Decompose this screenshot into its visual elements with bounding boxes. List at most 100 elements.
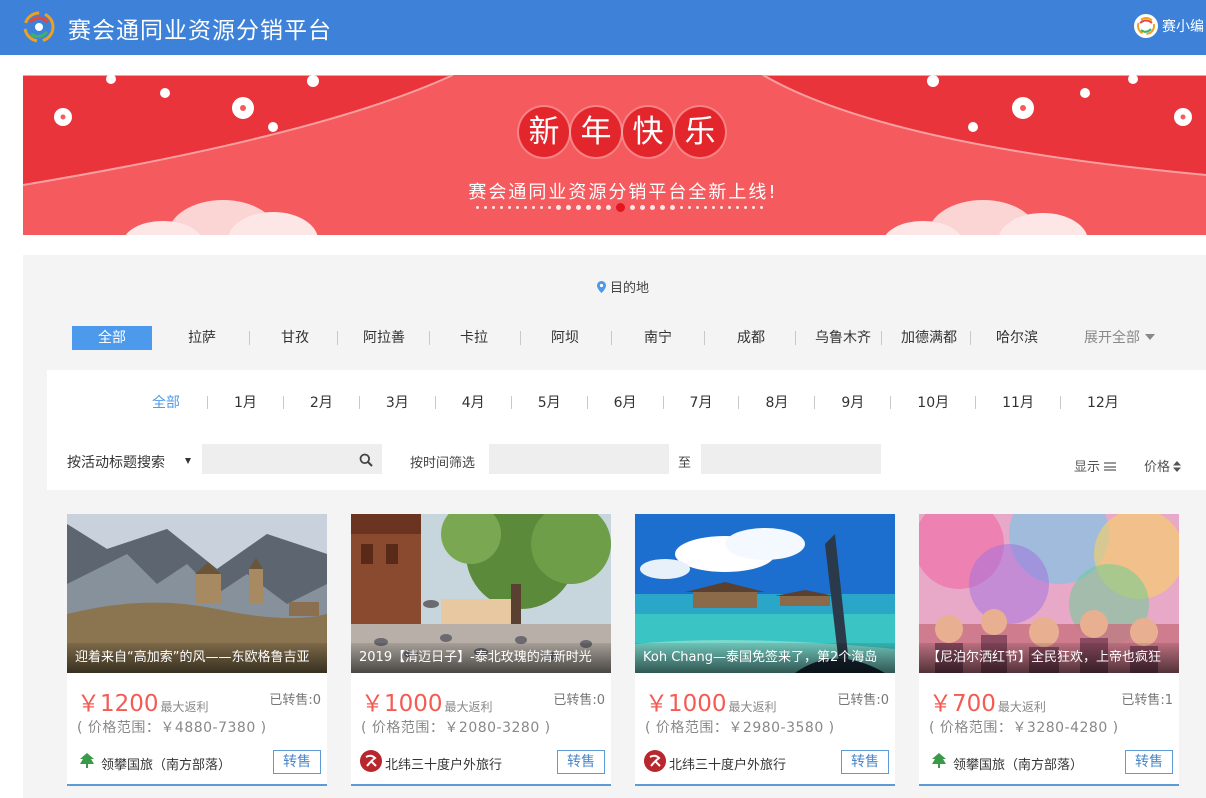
avatar[interactable] — [1134, 14, 1158, 38]
search-mode-select[interactable]: 按活动标题搜索 — [67, 452, 165, 472]
product-image[interactable]: 【尼泊尔洒红节】全民狂欢，上帝也疯狂 — [919, 514, 1179, 673]
product-card[interactable]: 【尼泊尔洒红节】全民狂欢，上帝也疯狂 ￥700 最大返利 已转售:1 ( 价格范围… — [919, 514, 1179, 786]
carousel-dot[interactable] — [752, 206, 755, 209]
city-filter-ganzi[interactable]: 甘孜 — [280, 326, 310, 350]
expand-all-button[interactable]: 展开全部 — [1084, 326, 1155, 350]
divider — [586, 395, 588, 409]
month-filter-8[interactable]: 8月 — [765, 392, 788, 412]
carousel-dot[interactable] — [516, 206, 519, 209]
city-filter-kathmandu[interactable]: 加德满都 — [900, 326, 958, 350]
carousel-dot[interactable] — [736, 206, 739, 209]
carousel-dot[interactable] — [532, 206, 535, 209]
carousel-dot[interactable] — [640, 205, 645, 210]
city-filter-alxa[interactable]: 阿拉善 — [363, 326, 405, 350]
agency-name[interactable]: 领攀国旅（南方部落） — [101, 754, 231, 773]
agency-name[interactable]: 北纬三十度户外旅行 — [669, 754, 786, 773]
carousel-dot[interactable] — [688, 206, 691, 209]
carousel-dot[interactable] — [586, 205, 591, 210]
city-filter-kala[interactable]: 卡拉 — [459, 326, 489, 350]
price-value: ￥700 — [929, 691, 996, 717]
product-image[interactable]: Koh Chang—泰国免签来了，第2个海岛 — [635, 514, 895, 673]
product-title[interactable]: Koh Chang—泰国免签来了，第2个海岛 — [635, 643, 895, 673]
price-sort-label: 价格 — [1144, 460, 1171, 475]
resell-button[interactable]: 转售 — [841, 750, 889, 774]
carousel-dot[interactable] — [500, 206, 503, 209]
carousel-dot[interactable] — [680, 206, 683, 209]
carousel-dot[interactable] — [630, 205, 635, 210]
search-icon[interactable] — [359, 453, 373, 467]
carousel-dot[interactable] — [744, 206, 747, 209]
carousel-dot[interactable] — [576, 205, 581, 210]
city-filter-all[interactable]: 全部 — [72, 326, 152, 350]
city-filter-lhasa[interactable]: 拉萨 — [187, 326, 217, 350]
city-filter-urumqi[interactable]: 乌鲁木齐 — [814, 326, 872, 350]
month-filter-4[interactable]: 4月 — [462, 392, 485, 412]
product-card[interactable]: 迎着来自“高加索”的风——东欧格鲁吉亚 ￥1200 最大返利 已转售:0 ( 价格… — [67, 514, 327, 786]
product-card[interactable]: 2019【清迈日子】-泰北玫瑰的清新时光 ￥1000 最大返利 已转售:0 ( 价… — [351, 514, 611, 786]
city-filter-chengdu[interactable]: 成都 — [736, 326, 766, 350]
resell-button[interactable]: 转售 — [273, 750, 321, 774]
banner-title-char: 快 — [623, 107, 673, 157]
month-filter-2[interactable]: 2月 — [310, 392, 333, 412]
city-filter-aba[interactable]: 阿坝 — [550, 326, 580, 350]
month-filter-9[interactable]: 9月 — [841, 392, 864, 412]
carousel-dot-active[interactable] — [616, 203, 625, 212]
product-title[interactable]: 【尼泊尔洒红节】全民狂欢，上帝也疯狂 — [919, 643, 1179, 673]
product-image[interactable]: 迎着来自“高加索”的风——东欧格鲁吉亚 — [67, 514, 327, 673]
product-title[interactable]: 迎着来自“高加索”的风——东欧格鲁吉亚 — [67, 643, 327, 673]
carousel-dot[interactable] — [712, 206, 715, 209]
carousel-dot[interactable] — [696, 206, 699, 209]
month-filter-12[interactable]: 12月 — [1087, 392, 1119, 412]
user-menu[interactable]: 赛小编 — [1134, 12, 1206, 40]
month-filter-6[interactable]: 6月 — [614, 392, 637, 412]
user-name[interactable]: 赛小编 — [1162, 16, 1206, 36]
product-card[interactable]: Koh Chang—泰国免签来了，第2个海岛 ￥1000 最大返利 已转售:0 (… — [635, 514, 895, 786]
month-filter-1[interactable]: 1月 — [234, 392, 257, 412]
carousel-dot[interactable] — [548, 206, 551, 209]
carousel-dot[interactable] — [596, 205, 601, 210]
platform-logo-icon[interactable] — [22, 10, 56, 44]
price-sort-toggle[interactable]: 价格 — [1144, 456, 1182, 475]
carousel-dot[interactable] — [492, 206, 495, 209]
start-date-input[interactable] — [489, 444, 669, 474]
carousel-dot[interactable] — [728, 206, 731, 209]
sold-count: 已转售:0 — [553, 693, 605, 708]
resell-button[interactable]: 转售 — [557, 750, 605, 774]
carousel-dot[interactable] — [660, 205, 665, 210]
carousel-dot[interactable] — [540, 206, 543, 209]
carousel-dot[interactable] — [566, 205, 571, 210]
agency-name[interactable]: 北纬三十度户外旅行 — [385, 754, 502, 773]
display-mode-toggle[interactable]: 显示 — [1074, 456, 1117, 475]
carousel-dot[interactable] — [606, 205, 611, 210]
month-filter-11[interactable]: 11月 — [1002, 392, 1034, 412]
sold-count: 已转售:0 — [269, 693, 321, 708]
promo-banner[interactable]: 新 年 快 乐 赛会通同业资源分销平台全新上线! — [23, 75, 1206, 235]
carousel-dot[interactable] — [484, 206, 487, 209]
caret-down-icon[interactable] — [185, 458, 191, 464]
month-filter-all[interactable]: 全部 — [151, 392, 181, 412]
product-price: ￥700 最大返利 — [929, 684, 1046, 718]
month-filter-3[interactable]: 3月 — [386, 392, 409, 412]
carousel-dot[interactable] — [556, 205, 561, 210]
search-input[interactable] — [202, 444, 382, 474]
resell-button[interactable]: 转售 — [1125, 750, 1173, 774]
city-filter-harbin[interactable]: 哈尔滨 — [996, 326, 1038, 350]
carousel-dot[interactable] — [524, 206, 527, 209]
carousel-dot[interactable] — [650, 205, 655, 210]
agency-name[interactable]: 领攀国旅（南方部落） — [953, 754, 1083, 773]
carousel-dot[interactable] — [760, 206, 763, 209]
product-title[interactable]: 2019【清迈日子】-泰北玫瑰的清新时光 — [351, 643, 611, 673]
carousel-indicators[interactable] — [476, 203, 763, 212]
end-date-input[interactable] — [701, 444, 881, 474]
carousel-dot[interactable] — [720, 206, 723, 209]
banner-subtitle: 赛会通同业资源分销平台全新上线! — [468, 182, 778, 203]
month-filter-5[interactable]: 5月 — [538, 392, 561, 412]
carousel-dot[interactable] — [670, 205, 675, 210]
month-filter-10[interactable]: 10月 — [917, 392, 949, 412]
carousel-dot[interactable] — [476, 206, 479, 209]
city-filter-nanning[interactable]: 南宁 — [643, 326, 673, 350]
carousel-dot[interactable] — [508, 206, 511, 209]
month-filter-7[interactable]: 7月 — [690, 392, 713, 412]
carousel-dot[interactable] — [704, 206, 707, 209]
product-image[interactable]: 2019【清迈日子】-泰北玫瑰的清新时光 — [351, 514, 611, 673]
